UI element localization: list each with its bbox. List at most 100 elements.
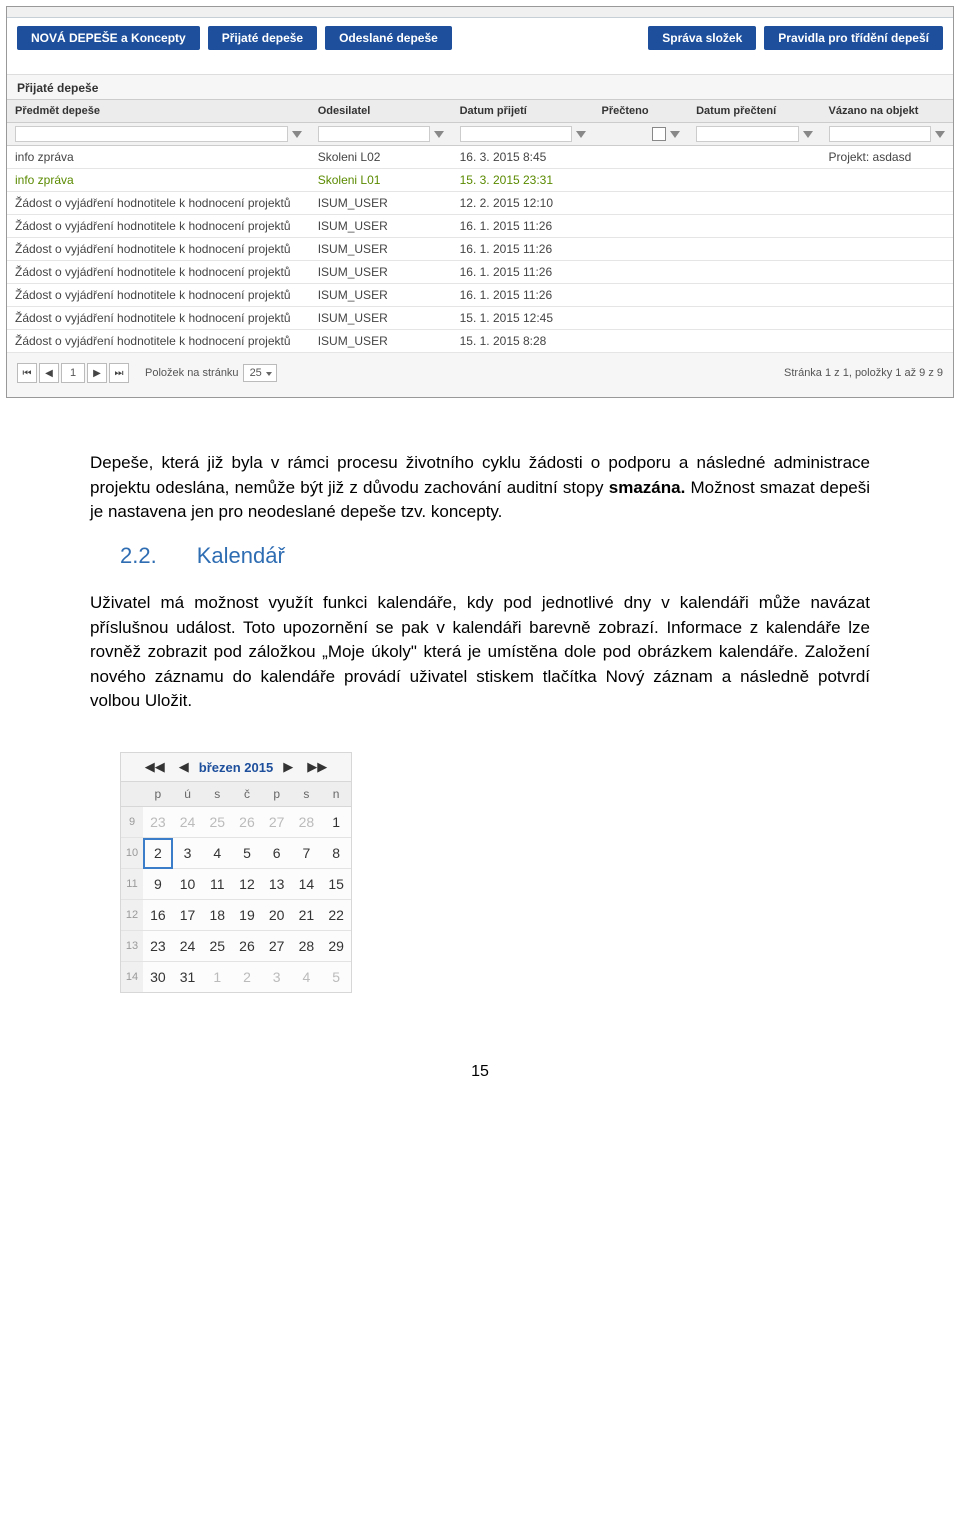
cal-day[interactable]: 15 <box>321 869 351 900</box>
cal-day[interactable]: 30 <box>143 962 173 993</box>
cal-day[interactable]: 24 <box>173 807 203 838</box>
cal-day[interactable]: 1 <box>321 807 351 838</box>
cal-day[interactable]: 26 <box>232 931 262 962</box>
cal-prev-year[interactable]: ◀◀ <box>141 759 169 775</box>
cal-day[interactable]: 12 <box>232 869 262 900</box>
cal-day[interactable]: 28 <box>292 931 322 962</box>
col-subject[interactable]: Předmět depeše <box>7 100 310 123</box>
funnel-icon[interactable] <box>670 131 680 138</box>
table-row[interactable]: info zprávaSkoleni L0115. 3. 2015 23:31 <box>7 169 953 192</box>
table-row[interactable]: Žádost o vyjádření hodnotitele k hodnoce… <box>7 215 953 238</box>
pager-next[interactable]: ▶ <box>87 363 107 383</box>
cal-day[interactable]: 9 <box>143 869 173 900</box>
col-read[interactable]: Přečteno <box>594 100 689 123</box>
toolbar: NOVÁ DEPEŠE a Koncepty Přijaté depeše Od… <box>7 18 953 74</box>
cal-day[interactable]: 25 <box>202 931 232 962</box>
cell-subject: Žádost o vyjádření hodnotitele k hodnoce… <box>7 261 310 284</box>
new-message-button[interactable]: NOVÁ DEPEŠE a Koncepty <box>17 26 200 50</box>
cell-sender: ISUM_USER <box>310 307 452 330</box>
cal-day[interactable]: 4 <box>202 838 232 869</box>
per-page-select[interactable]: 25 <box>243 364 277 382</box>
cal-day[interactable]: 5 <box>232 838 262 869</box>
cal-day[interactable]: 5 <box>321 962 351 993</box>
filter-read-date[interactable] <box>696 126 798 142</box>
cell-received: 15. 1. 2015 12:45 <box>452 307 594 330</box>
cal-day[interactable]: 26 <box>232 807 262 838</box>
cal-day[interactable]: 3 <box>173 838 203 869</box>
cal-day[interactable]: 7 <box>292 838 322 869</box>
window-header <box>7 7 953 18</box>
cal-day[interactable]: 13 <box>262 869 292 900</box>
cal-day[interactable]: 28 <box>292 807 322 838</box>
cal-next-year[interactable]: ▶▶ <box>303 759 331 775</box>
cal-day[interactable]: 31 <box>173 962 203 993</box>
cal-day[interactable]: 22 <box>321 900 351 931</box>
col-read-date[interactable]: Datum přečtení <box>688 100 820 123</box>
folders-button[interactable]: Správa složek <box>648 26 756 50</box>
cal-day[interactable]: 19 <box>232 900 262 931</box>
table-row[interactable]: Žádost o vyjádření hodnotitele k hodnoce… <box>7 261 953 284</box>
received-button[interactable]: Přijaté depeše <box>208 26 317 50</box>
cal-day[interactable]: 18 <box>202 900 232 931</box>
filter-received[interactable] <box>460 126 572 142</box>
table-row[interactable]: Žádost o vyjádření hodnotitele k hodnoce… <box>7 192 953 215</box>
funnel-icon[interactable] <box>935 131 945 138</box>
funnel-icon[interactable] <box>803 131 813 138</box>
cal-dow: p <box>262 782 292 807</box>
pager-summary: Stránka 1 z 1, položky 1 až 9 z 9 <box>784 367 943 379</box>
cell-bound <box>821 192 953 215</box>
cal-day[interactable]: 11 <box>202 869 232 900</box>
cal-day[interactable]: 10 <box>173 869 203 900</box>
cal-day[interactable]: 21 <box>292 900 322 931</box>
cal-day[interactable]: 23 <box>143 807 173 838</box>
cell-subject: info zpráva <box>7 169 310 192</box>
funnel-icon[interactable] <box>576 131 586 138</box>
cal-dow: č <box>232 782 262 807</box>
rules-button[interactable]: Pravidla pro třídění depeší <box>764 26 943 50</box>
pager-prev[interactable]: ◀ <box>39 363 59 383</box>
col-sender[interactable]: Odesilatel <box>310 100 452 123</box>
cell-received: 16. 1. 2015 11:26 <box>452 238 594 261</box>
funnel-icon[interactable] <box>434 131 444 138</box>
cell-received: 15. 1. 2015 8:28 <box>452 330 594 353</box>
cal-day[interactable]: 16 <box>143 900 173 931</box>
col-bound[interactable]: Vázano na objekt <box>821 100 953 123</box>
cal-prev-month[interactable]: ◀ <box>175 759 193 775</box>
pager-page[interactable]: 1 <box>61 363 85 383</box>
cal-day[interactable]: 25 <box>202 807 232 838</box>
pager: ⏮ ◀ 1 ▶ ⏭ Položek na stránku 25 Stránka … <box>7 353 953 389</box>
cal-day[interactable]: 2 <box>232 962 262 993</box>
pager-last[interactable]: ⏭ <box>109 363 129 383</box>
cal-day[interactable]: 29 <box>321 931 351 962</box>
table-row[interactable]: info zprávaSkoleni L0216. 3. 2015 8:45Pr… <box>7 146 953 169</box>
cal-day[interactable]: 23 <box>143 931 173 962</box>
heading-text: Kalendář <box>197 543 285 569</box>
filter-read-checkbox[interactable] <box>652 127 666 141</box>
cal-day[interactable]: 6 <box>262 838 292 869</box>
cal-day[interactable]: 8 <box>321 838 351 869</box>
table-row[interactable]: Žádost o vyjádření hodnotitele k hodnoce… <box>7 238 953 261</box>
filter-sender[interactable] <box>318 126 430 142</box>
cal-day[interactable]: 17 <box>173 900 203 931</box>
table-row[interactable]: Žádost o vyjádření hodnotitele k hodnoce… <box>7 307 953 330</box>
cal-day[interactable]: 2 <box>143 838 173 869</box>
cal-day[interactable]: 4 <box>292 962 322 993</box>
cal-day[interactable]: 3 <box>262 962 292 993</box>
col-received[interactable]: Datum přijetí <box>452 100 594 123</box>
cal-next-month[interactable]: ▶ <box>279 759 297 775</box>
filter-subject[interactable] <box>15 126 288 142</box>
pager-first[interactable]: ⏮ <box>17 363 37 383</box>
cell-subject: Žádost o vyjádření hodnotitele k hodnoce… <box>7 238 310 261</box>
sent-button[interactable]: Odeslané depeše <box>325 26 452 50</box>
cal-day[interactable]: 27 <box>262 807 292 838</box>
cal-day[interactable]: 24 <box>173 931 203 962</box>
funnel-icon[interactable] <box>292 131 302 138</box>
filter-bound[interactable] <box>829 126 931 142</box>
cell-received: 15. 3. 2015 23:31 <box>452 169 594 192</box>
cal-day[interactable]: 27 <box>262 931 292 962</box>
table-row[interactable]: Žádost o vyjádření hodnotitele k hodnoce… <box>7 284 953 307</box>
cal-day[interactable]: 1 <box>202 962 232 993</box>
table-row[interactable]: Žádost o vyjádření hodnotitele k hodnoce… <box>7 330 953 353</box>
cal-day[interactable]: 20 <box>262 900 292 931</box>
cal-day[interactable]: 14 <box>292 869 322 900</box>
